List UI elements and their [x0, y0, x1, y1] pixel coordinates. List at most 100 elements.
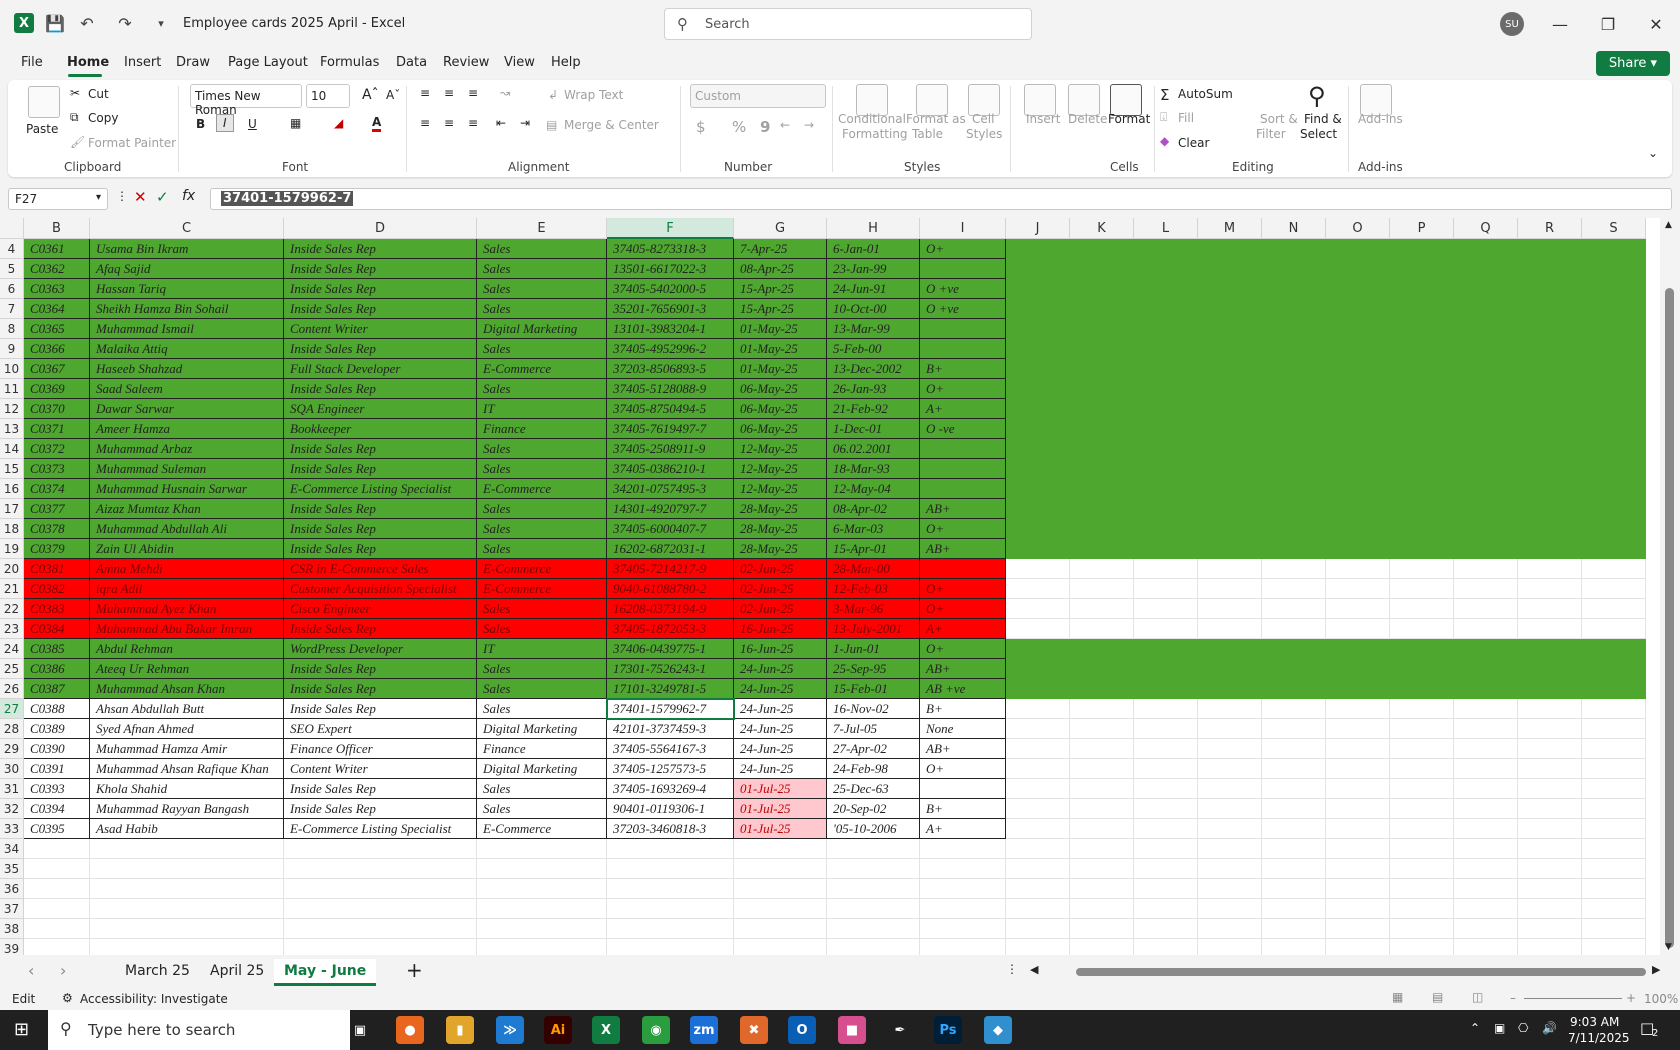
fill-color-icon[interactable]: ◢: [334, 116, 343, 130]
cell-h12[interactable]: 21-Feb-92: [827, 399, 920, 419]
empty-cell[interactable]: [1070, 499, 1134, 519]
cell-h28[interactable]: 7-Jul-05: [827, 719, 920, 739]
empty-cell[interactable]: [1582, 279, 1646, 299]
empty-cell[interactable]: [1198, 839, 1262, 859]
row-header[interactable]: 10: [0, 359, 24, 379]
empty-cell[interactable]: [1518, 239, 1582, 259]
empty-cell[interactable]: [1454, 399, 1518, 419]
column-header-i[interactable]: I: [920, 218, 1006, 239]
empty-cell[interactable]: [1198, 439, 1262, 459]
empty-cell[interactable]: [1518, 759, 1582, 779]
empty-cell[interactable]: [734, 879, 827, 899]
empty-cell[interactable]: [1326, 319, 1390, 339]
empty-cell[interactable]: [1134, 359, 1198, 379]
empty-cell[interactable]: [1262, 859, 1326, 879]
zoom-out-icon[interactable]: –: [1510, 991, 1516, 1005]
empty-cell[interactable]: [1262, 579, 1326, 599]
empty-cell[interactable]: [1582, 579, 1646, 599]
empty-cell[interactable]: [1070, 819, 1134, 839]
taskbar-time[interactable]: 9:03 AM: [1570, 1015, 1619, 1029]
vertical-scrollbar[interactable]: ▲ ▼: [1660, 218, 1680, 955]
empty-cell[interactable]: [1006, 479, 1070, 499]
empty-cell[interactable]: [1326, 579, 1390, 599]
cell-h10[interactable]: 13-Dec-2002: [827, 359, 920, 379]
empty-cell[interactable]: [1070, 879, 1134, 899]
column-header-f[interactable]: F: [607, 218, 734, 239]
cell-c14[interactable]: Muhammad Arbaz: [90, 439, 284, 459]
paste-icon[interactable]: [28, 86, 60, 118]
cell-b31[interactable]: C0393: [24, 779, 90, 799]
empty-cell[interactable]: [1006, 839, 1070, 859]
empty-cell[interactable]: [1006, 639, 1070, 659]
increase-indent-icon[interactable]: ⇥: [520, 116, 530, 130]
cell-c29[interactable]: Muhammad Hamza Amir: [90, 739, 284, 759]
cell-c10[interactable]: Haseeb Shahzad: [90, 359, 284, 379]
empty-cell[interactable]: [1070, 799, 1134, 819]
align-top-icon[interactable]: ≡: [420, 86, 430, 100]
cell-e13[interactable]: Finance: [477, 419, 607, 439]
cell-d32[interactable]: Inside Sales Rep: [284, 799, 477, 819]
column-header-m[interactable]: M: [1198, 218, 1262, 239]
row-header[interactable]: 28: [0, 719, 24, 739]
cell-d21[interactable]: Customer Acquisition Specialist: [284, 579, 477, 599]
cell-h26[interactable]: 15-Feb-01: [827, 679, 920, 699]
empty-cell[interactable]: [1326, 379, 1390, 399]
empty-cell[interactable]: [1518, 299, 1582, 319]
cell-h33[interactable]: '05-10-2006: [827, 819, 920, 839]
empty-cell[interactable]: [1198, 619, 1262, 639]
cell-i18[interactable]: O+: [920, 519, 1006, 539]
cell-i10[interactable]: B+: [920, 359, 1006, 379]
cell-c5[interactable]: Afaq Sajid: [90, 259, 284, 279]
taskbar-search-input[interactable]: ⚲ Type here to search: [48, 1010, 350, 1050]
empty-cell[interactable]: [1070, 759, 1134, 779]
empty-cell[interactable]: [607, 919, 734, 939]
empty-cell[interactable]: [734, 859, 827, 879]
empty-cell[interactable]: [1582, 919, 1646, 939]
row-header[interactable]: 38: [0, 919, 24, 939]
cell-h32[interactable]: 20-Sep-02: [827, 799, 920, 819]
empty-cell[interactable]: [1006, 579, 1070, 599]
empty-cell[interactable]: [1390, 539, 1454, 559]
column-header-r[interactable]: R: [1518, 218, 1582, 239]
empty-cell[interactable]: [1326, 919, 1390, 939]
align-center-icon[interactable]: ≡: [444, 116, 454, 130]
cell-g28[interactable]: 24-Jun-25: [734, 719, 827, 739]
cell-c25[interactable]: Ateeq Ur Rehman: [90, 659, 284, 679]
empty-cell[interactable]: [1198, 819, 1262, 839]
empty-cell[interactable]: [1518, 719, 1582, 739]
sheet-tab-march[interactable]: March 25: [125, 963, 190, 979]
row-header[interactable]: 30: [0, 759, 24, 779]
cell-h5[interactable]: 23-Jan-99: [827, 259, 920, 279]
cell-i16[interactable]: [920, 479, 1006, 499]
find-select-button[interactable]: Find &: [1304, 112, 1342, 126]
cell-e23[interactable]: Sales: [477, 619, 607, 639]
cell-g31[interactable]: 01-Jul-25: [734, 779, 827, 799]
empty-cell[interactable]: [1134, 519, 1198, 539]
xampp-icon[interactable]: ✖: [740, 1016, 768, 1044]
cell-f6[interactable]: 37405-5402000-5: [607, 279, 734, 299]
cell-c6[interactable]: Hassan Tariq: [90, 279, 284, 299]
empty-cell[interactable]: [1518, 439, 1582, 459]
empty-cell[interactable]: [1134, 439, 1198, 459]
cell-f23[interactable]: 37405-1872053-3: [607, 619, 734, 639]
cell-f31[interactable]: 37405-1693269-4: [607, 779, 734, 799]
cell-e33[interactable]: E-Commerce: [477, 819, 607, 839]
empty-cell[interactable]: [1390, 879, 1454, 899]
clear-button[interactable]: Clear: [1178, 136, 1209, 150]
cell-e22[interactable]: Sales: [477, 599, 607, 619]
cell-c24[interactable]: Abdul Rehman: [90, 639, 284, 659]
empty-cell[interactable]: [1454, 699, 1518, 719]
empty-cell[interactable]: [1070, 739, 1134, 759]
empty-cell[interactable]: [1262, 459, 1326, 479]
empty-cell[interactable]: [477, 859, 607, 879]
cell-i23[interactable]: A+: [920, 619, 1006, 639]
empty-cell[interactable]: [607, 839, 734, 859]
cell-c22[interactable]: Muhammad Ayez Khan: [90, 599, 284, 619]
cell-i6[interactable]: O +ve: [920, 279, 1006, 299]
empty-cell[interactable]: [1582, 639, 1646, 659]
empty-cell[interactable]: [1006, 659, 1070, 679]
empty-cell[interactable]: [1134, 779, 1198, 799]
empty-cell[interactable]: [1006, 519, 1070, 539]
empty-cell[interactable]: [1326, 459, 1390, 479]
empty-cell[interactable]: [1390, 719, 1454, 739]
